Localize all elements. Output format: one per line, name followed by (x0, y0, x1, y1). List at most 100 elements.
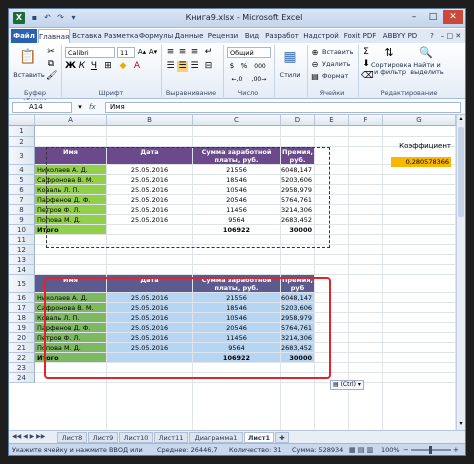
row-header[interactable]: 24 (9, 373, 35, 383)
styles-button[interactable]: Стили (275, 71, 305, 79)
row-header[interactable]: 1 (9, 126, 35, 137)
table1-cell[interactable]: 18546 (193, 175, 280, 184)
percent-button[interactable]: % (239, 61, 249, 72)
currency-icon[interactable]: $ (227, 61, 237, 72)
format-painter-icon[interactable]: 🖌 (46, 71, 57, 82)
coefficient-value[interactable]: 0,280578366 (391, 157, 451, 167)
tab-developer[interactable]: Разработ (263, 29, 301, 43)
fill-icon[interactable]: ⬇ (361, 59, 371, 70)
column-header[interactable]: B (107, 115, 193, 126)
sheet-tab-list11[interactable]: Лист11 (154, 432, 188, 443)
column-header[interactable]: G (383, 115, 456, 126)
ribbon-window-controls-icon[interactable]: – □ ✕ (439, 29, 463, 43)
scroll-thumb[interactable] (458, 127, 464, 217)
align-center-icon[interactable]: ☰ (177, 61, 188, 72)
table1-cell[interactable]: 5764,761 (281, 195, 314, 204)
customize-qat-icon[interactable]: ▾ (68, 12, 79, 24)
table1-cell[interactable]: 10546 (193, 185, 280, 194)
delete-cells-icon[interactable]: ⊖ (310, 59, 320, 70)
table2-cell[interactable]: 25.05.2016 (107, 323, 192, 332)
grow-font-icon[interactable]: A▴ (137, 47, 147, 58)
column-header[interactable]: E (315, 115, 349, 126)
table2-cell[interactable]: 6048,147 (281, 293, 314, 302)
row-header[interactable]: 12 (9, 245, 35, 255)
table2-cell[interactable]: Парфенов Д. Ф. (35, 323, 106, 332)
table1-cell[interactable]: Сафронова В. М. (35, 175, 106, 184)
table1-cell[interactable]: Коваль Л. П. (35, 185, 106, 194)
save-icon[interactable]: ▪ (29, 12, 40, 24)
table1-cell[interactable]: Премия, руб. (281, 147, 314, 164)
shrink-font-icon[interactable]: A▾ (148, 47, 158, 58)
table2-cell[interactable]: Имя (35, 275, 106, 292)
table2-cell[interactable]: 21556 (193, 293, 280, 302)
align-middle-icon[interactable]: ≡ (177, 47, 188, 58)
delete-cells-button[interactable]: Удалить (322, 60, 350, 68)
paste-button[interactable]: Вставить (13, 71, 45, 79)
table2-cell[interactable]: 5203,606 (281, 303, 314, 312)
select-all-corner[interactable] (9, 115, 35, 126)
row-header[interactable]: 16 (9, 293, 35, 303)
font-size-select[interactable]: 11 (117, 47, 135, 58)
borders-icon[interactable]: ⊞ (103, 61, 113, 72)
row-header[interactable]: 21 (9, 343, 35, 353)
close-icon[interactable]: ✕ (443, 10, 463, 24)
zoom-in-icon[interactable]: + (453, 445, 459, 455)
coefficient-label[interactable]: Коэффициент (379, 142, 451, 152)
row-header[interactable]: 19 (9, 323, 35, 333)
table2-cell[interactable]: 25.05.2016 (107, 303, 192, 312)
row-header[interactable]: 8 (9, 205, 35, 215)
tab-view[interactable]: Вид (242, 29, 262, 43)
table2-cell[interactable]: 106922 (193, 353, 280, 362)
row-header[interactable]: 14 (9, 265, 35, 275)
fill-color-icon[interactable]: ◆ (117, 61, 129, 72)
tab-insert[interactable]: Вставка (71, 29, 103, 43)
tab-addins[interactable]: Надстрой (302, 29, 340, 43)
table2-cell[interactable]: 5764,761 (281, 323, 314, 332)
scroll-down-icon[interactable]: ▾ (457, 420, 465, 429)
view-buttons-icon[interactable]: ▦ ▤ ▥ (349, 445, 373, 455)
tab-page-layout[interactable]: Разметка (104, 29, 138, 43)
table1-cell[interactable]: Имя (35, 147, 106, 164)
table1-cell[interactable]: 5203,606 (281, 175, 314, 184)
table1-cell[interactable]: Итого (35, 225, 106, 234)
table1-cell[interactable]: 2958,979 (281, 185, 314, 194)
table1-cell[interactable]: 25.05.2016 (107, 175, 192, 184)
table2-cell[interactable]: Попова М. Д. (35, 343, 106, 352)
table2-cell[interactable]: 11456 (193, 333, 280, 342)
table2-cell[interactable]: Дата (107, 275, 192, 292)
tab-abbyy-pdf[interactable]: ABBYY PD (380, 29, 420, 43)
table2-cell[interactable]: Сафронова В. М. (35, 303, 106, 312)
table1-cell[interactable]: 30000 (281, 225, 314, 234)
tab-review[interactable]: Рецензи (205, 29, 241, 43)
table2-cell[interactable]: 10546 (193, 313, 280, 322)
font-name-select[interactable]: Calibri (65, 47, 115, 58)
row-header[interactable]: 9 (9, 215, 35, 225)
insert-cells-icon[interactable]: ⊕ (310, 47, 320, 58)
table1-cell[interactable]: Петров Ф. Л. (35, 205, 106, 214)
insert-sheet-icon[interactable]: ✚ (275, 432, 289, 443)
table2-cell[interactable]: 30000 (281, 353, 314, 362)
table2-cell[interactable]: Итого (35, 353, 106, 362)
tab-home[interactable]: Главная (38, 29, 70, 43)
sort-filter-icon[interactable]: ⇅ (377, 46, 401, 60)
table2-cell[interactable]: 2683,452 (281, 343, 314, 352)
copy-icon[interactable]: ⧉ (46, 59, 56, 70)
bold-button[interactable]: Ж (65, 61, 76, 72)
sort-filter-button[interactable]: Сортировка и фильтр (371, 62, 412, 76)
tab-formulas[interactable]: Формулы (139, 29, 173, 43)
number-format-select[interactable]: Общий (227, 47, 271, 58)
maximize-icon[interactable]: □ (424, 10, 442, 24)
clear-icon[interactable]: ⌫ (361, 71, 374, 82)
table2-cell[interactable]: Сумма заработной платы, руб. (193, 275, 280, 292)
paste-options-button[interactable]: ▤ (Ctrl) ▾ (330, 380, 364, 390)
table1-cell[interactable]: 25.05.2016 (107, 215, 192, 224)
table1-cell[interactable]: 25.05.2016 (107, 165, 192, 174)
table1-cell[interactable]: Сумма заработной платы, руб. (193, 147, 280, 164)
row-header[interactable]: 23 (9, 363, 35, 373)
format-cells-icon[interactable]: ▤ (310, 71, 320, 82)
find-select-button[interactable]: Найти и выделить (409, 62, 445, 76)
minimize-icon[interactable]: – (405, 10, 423, 24)
row-header[interactable]: 6 (9, 185, 35, 195)
table1-cell[interactable]: Николаев А. Д. (35, 165, 106, 174)
align-right-icon[interactable]: ☰ (189, 61, 200, 72)
